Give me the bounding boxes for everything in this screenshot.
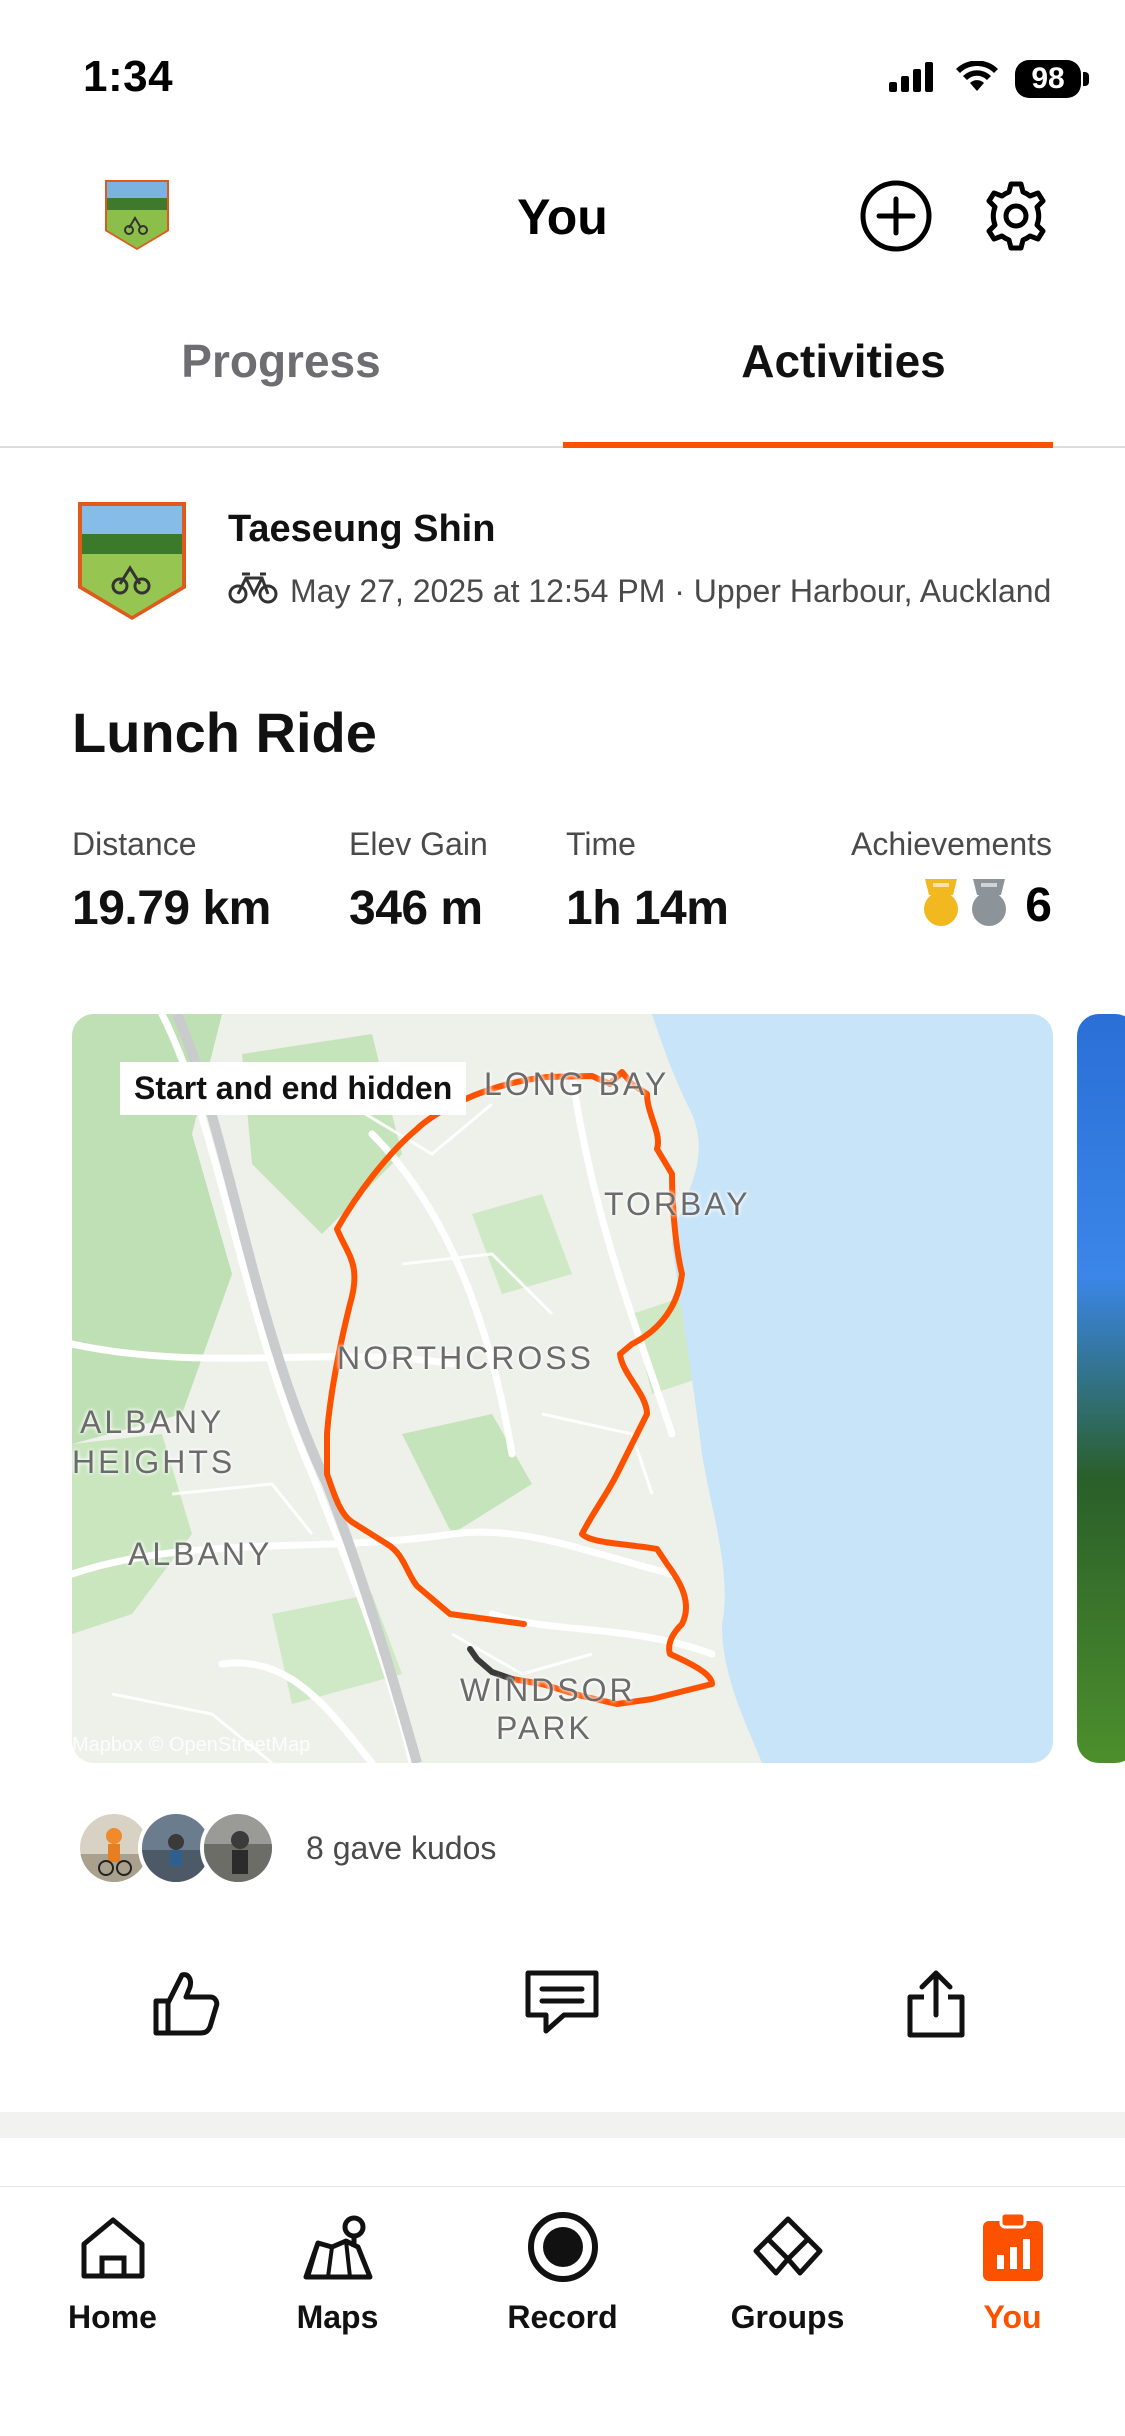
bicycle-icon — [228, 570, 278, 612]
battery-level: 98 — [1015, 60, 1081, 98]
gear-icon — [980, 180, 1052, 257]
status-icons: 98 — [889, 59, 1089, 98]
tab-activities[interactable]: Activities — [562, 318, 1125, 448]
active-tab-indicator — [563, 442, 1053, 448]
stat-value: 1h 14m — [566, 882, 729, 935]
map-attribution: Mapbox © OpenStreetMap — [72, 1734, 311, 1756]
stat-label: Elev Gain — [349, 826, 488, 862]
silver-medal-icon — [967, 877, 1011, 934]
activity-photo-thumbnail[interactable] — [1077, 1014, 1125, 1763]
nav-home[interactable]: Home — [0, 2207, 225, 2336]
route-map[interactable]: Start and end hidden LONG BAY TORBAY NOR… — [72, 1014, 1053, 1763]
nav-label: Home — [68, 2299, 157, 2335]
nav-label: You — [983, 2299, 1042, 2335]
give-kudos-button[interactable] — [146, 1965, 226, 2045]
top-header: You — [0, 160, 1125, 275]
kudos-count-text: 8 gave kudos — [306, 1829, 497, 1866]
maps-icon — [298, 2207, 378, 2287]
nav-label: Groups — [730, 2299, 845, 2335]
status-time: 1:34 — [83, 52, 174, 101]
map-privacy-badge: Start and end hidden — [120, 1062, 467, 1115]
stat-label: Achievements — [851, 826, 1052, 862]
stat-achievements[interactable]: Achievements 6 — [851, 826, 1052, 934]
wifi-icon — [955, 59, 999, 98]
you-icon — [973, 2207, 1053, 2287]
thumbs-up-icon — [150, 1967, 222, 2044]
bottom-navigation: Home Maps Record Groups You — [0, 2186, 1125, 2436]
home-icon — [73, 2207, 153, 2287]
comment-button[interactable] — [522, 1965, 602, 2045]
athlete-avatar[interactable] — [76, 500, 188, 622]
avatar — [200, 1810, 276, 1886]
place-label: LONG BAY — [484, 1066, 670, 1102]
page-title: You — [517, 189, 608, 245]
stat-value: 19.79 km — [72, 882, 271, 935]
activity-title[interactable]: Lunch Ride — [72, 700, 377, 765]
achievements-count: 6 — [1025, 879, 1052, 932]
groups-icon — [748, 2207, 828, 2287]
tab-progress[interactable]: Progress — [0, 318, 562, 448]
comment-icon — [524, 1967, 600, 2044]
place-label: ALBANY — [128, 1536, 273, 1572]
feed-separator — [0, 2112, 1125, 2138]
stat-distance: Distance 19.79 km — [72, 826, 271, 936]
status-bar: 1:34 98 — [0, 0, 1125, 150]
place-label: ALBANY — [80, 1404, 225, 1440]
kudos-row[interactable]: 8 gave kudos — [76, 1810, 496, 1886]
athlete-name[interactable]: Taeseung Shin — [228, 508, 495, 551]
place-label: TORBAY — [604, 1186, 751, 1222]
nav-record[interactable]: Record — [450, 2207, 675, 2336]
share-button[interactable] — [896, 1965, 976, 2045]
stat-elev-gain: Elev Gain 346 m — [349, 826, 488, 936]
nav-label: Maps — [296, 2299, 379, 2335]
settings-button[interactable] — [978, 180, 1054, 256]
nav-groups[interactable]: Groups — [675, 2207, 900, 2336]
share-icon — [904, 1967, 968, 2044]
stat-time: Time 1h 14m — [566, 826, 729, 936]
activity-meta: May 27, 2025 at 12:54 PM · Upper Harbour… — [228, 570, 1051, 612]
place-label: HEIGHTS — [72, 1444, 236, 1480]
record-icon — [523, 2207, 603, 2287]
stat-label: Distance — [72, 826, 197, 862]
stat-value: 346 m — [349, 882, 483, 935]
activity-date-location: May 27, 2025 at 12:54 PM · Upper Harbour… — [290, 572, 1052, 609]
nav-you[interactable]: You — [900, 2207, 1125, 2336]
gold-medal-icon — [919, 877, 963, 934]
place-label: NORTHCROSS — [337, 1340, 594, 1376]
activity-stats: Distance 19.79 km Elev Gain 346 m Time 1… — [72, 826, 1052, 936]
place-label: WINDSOR — [460, 1672, 636, 1708]
add-button[interactable] — [858, 180, 934, 256]
nav-label: Record — [507, 2299, 618, 2335]
cellular-signal-icon — [889, 61, 939, 97]
battery-icon: 98 — [1015, 60, 1089, 98]
tab-bar: Progress Activities — [0, 318, 1125, 448]
plus-circle-icon — [859, 179, 933, 258]
place-label: PARK — [496, 1710, 593, 1746]
stat-label: Time — [566, 826, 636, 862]
nav-maps[interactable]: Maps — [225, 2207, 450, 2336]
